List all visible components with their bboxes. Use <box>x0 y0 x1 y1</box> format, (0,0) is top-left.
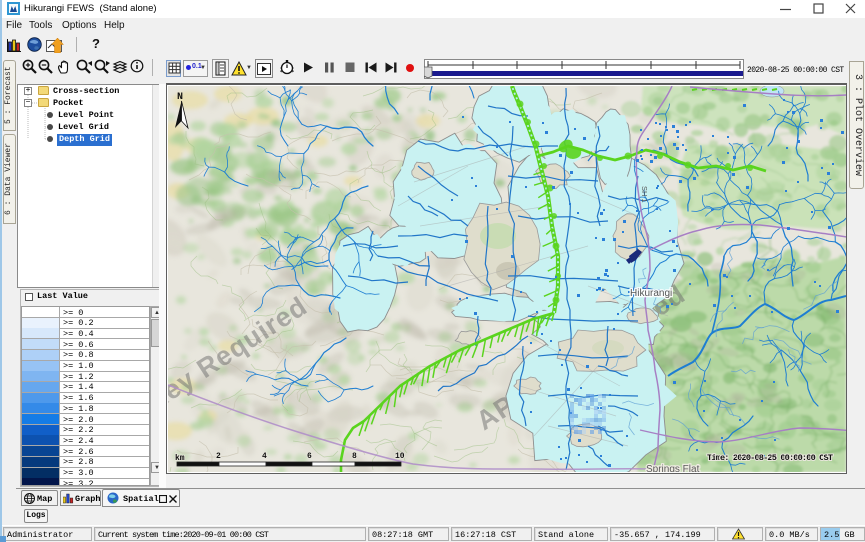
svg-text:4: 4 <box>262 452 267 461</box>
svg-text:6: 6 <box>307 452 312 461</box>
svg-text:2: 2 <box>216 452 221 461</box>
svg-text:Time: 2020-08-25 00:00:00 CST: Time: 2020-08-25 00:00:00 CST <box>707 453 833 463</box>
svg-text:SH 1: SH 1 <box>640 186 649 203</box>
svg-text:Springs Flat: Springs Flat <box>646 464 700 472</box>
svg-text:8: 8 <box>352 452 357 461</box>
svg-text:N: N <box>177 92 183 103</box>
svg-text:Hikurangi: Hikurangi <box>630 288 672 299</box>
svg-text:10: 10 <box>395 452 405 461</box>
